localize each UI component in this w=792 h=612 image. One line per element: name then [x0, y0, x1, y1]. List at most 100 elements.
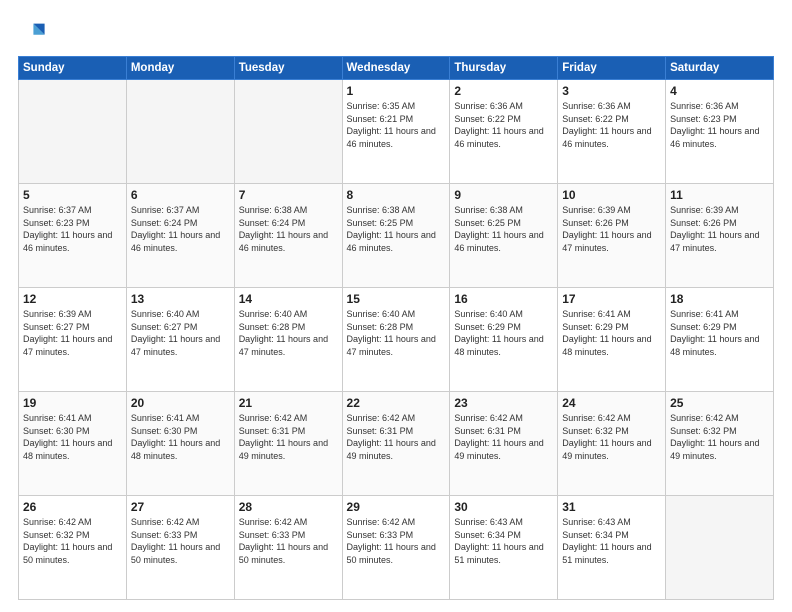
calendar-header-row: SundayMondayTuesdayWednesdayThursdayFrid… — [19, 57, 774, 80]
day-info: Sunrise: 6:42 AMSunset: 6:31 PMDaylight:… — [347, 412, 446, 462]
calendar-week-row: 5 Sunrise: 6:37 AMSunset: 6:23 PMDaylight… — [19, 184, 774, 288]
calendar-day-cell: 24 Sunrise: 6:42 AMSunset: 6:32 PMDayligh… — [558, 392, 666, 496]
calendar-day-cell: 21 Sunrise: 6:42 AMSunset: 6:31 PMDayligh… — [234, 392, 342, 496]
calendar-day-cell: 27 Sunrise: 6:42 AMSunset: 6:33 PMDayligh… — [126, 496, 234, 600]
day-header-thursday: Thursday — [450, 57, 558, 80]
day-info: Sunrise: 6:40 AMSunset: 6:29 PMDaylight:… — [454, 308, 553, 358]
calendar-day-cell: 29 Sunrise: 6:42 AMSunset: 6:33 PMDayligh… — [342, 496, 450, 600]
calendar-day-cell: 7Sunrise: 6:38 AMSunset: 6:24 PMDaylight… — [234, 184, 342, 288]
day-info: Sunrise: 6:39 AMSunset: 6:27 PMDaylight:… — [23, 308, 122, 358]
day-number: 20 — [131, 396, 230, 410]
day-number: 3 — [562, 84, 661, 98]
calendar-day-cell: 4 Sunrise: 6:36 AMSunset: 6:23 PMDaylight… — [666, 80, 774, 184]
day-header-saturday: Saturday — [666, 57, 774, 80]
calendar-day-cell: 1 Sunrise: 6:35 AMSunset: 6:21 PMDaylight… — [342, 80, 450, 184]
day-number: 22 — [347, 396, 446, 410]
calendar-day-cell: 16 Sunrise: 6:40 AMSunset: 6:29 PMDayligh… — [450, 288, 558, 392]
day-number: 4 — [670, 84, 769, 98]
day-info: Sunrise: 6:40 AMSunset: 6:27 PMDaylight:… — [131, 308, 230, 358]
logo — [18, 18, 49, 46]
calendar-week-row: 12 Sunrise: 6:39 AMSunset: 6:27 PMDayligh… — [19, 288, 774, 392]
day-info: Sunrise: 6:40 AMSunset: 6:28 PMDaylight:… — [347, 308, 446, 358]
day-number: 24 — [562, 396, 661, 410]
day-info: Sunrise: 6:41 AMSunset: 6:30 PMDaylight:… — [131, 412, 230, 462]
day-number: 5 — [23, 188, 122, 202]
day-info: Sunrise: 6:39 AMSunset: 6:26 PMDaylight:… — [670, 204, 769, 254]
day-number: 26 — [23, 500, 122, 514]
page: SundayMondayTuesdayWednesdayThursdayFrid… — [0, 0, 792, 612]
day-header-tuesday: Tuesday — [234, 57, 342, 80]
day-number: 8 — [347, 188, 446, 202]
calendar-day-cell: 2 Sunrise: 6:36 AMSunset: 6:22 PMDaylight… — [450, 80, 558, 184]
day-number: 14 — [239, 292, 338, 306]
calendar-day-cell — [126, 80, 234, 184]
day-info: Sunrise: 6:42 AMSunset: 6:33 PMDaylight:… — [131, 516, 230, 566]
day-info: Sunrise: 6:41 AMSunset: 6:29 PMDaylight:… — [562, 308, 661, 358]
day-header-wednesday: Wednesday — [342, 57, 450, 80]
calendar-day-cell: 6Sunrise: 6:37 AMSunset: 6:24 PMDaylight… — [126, 184, 234, 288]
day-number: 27 — [131, 500, 230, 514]
day-number: 23 — [454, 396, 553, 410]
day-info: Sunrise: 6:37 AMSunset: 6:23 PMDaylight:… — [23, 204, 122, 254]
calendar-day-cell: 11 Sunrise: 6:39 AMSunset: 6:26 PMDayligh… — [666, 184, 774, 288]
day-header-sunday: Sunday — [19, 57, 127, 80]
day-number: 1 — [347, 84, 446, 98]
calendar-day-cell: 14Sunrise: 6:40 AMSunset: 6:28 PMDayligh… — [234, 288, 342, 392]
day-info: Sunrise: 6:38 AMSunset: 6:25 PMDaylight:… — [347, 204, 446, 254]
calendar-day-cell: 12 Sunrise: 6:39 AMSunset: 6:27 PMDayligh… — [19, 288, 127, 392]
calendar-day-cell: 26 Sunrise: 6:42 AMSunset: 6:32 PMDayligh… — [19, 496, 127, 600]
calendar-week-row: 19 Sunrise: 6:41 AMSunset: 6:30 PMDayligh… — [19, 392, 774, 496]
day-number: 19 — [23, 396, 122, 410]
day-info: Sunrise: 6:42 AMSunset: 6:33 PMDaylight:… — [239, 516, 338, 566]
day-number: 25 — [670, 396, 769, 410]
day-info: Sunrise: 6:35 AMSunset: 6:21 PMDaylight:… — [347, 100, 446, 150]
calendar-day-cell — [19, 80, 127, 184]
day-info: Sunrise: 6:39 AMSunset: 6:26 PMDaylight:… — [562, 204, 661, 254]
day-number: 15 — [347, 292, 446, 306]
day-info: Sunrise: 6:38 AMSunset: 6:25 PMDaylight:… — [454, 204, 553, 254]
calendar-week-row: 1 Sunrise: 6:35 AMSunset: 6:21 PMDaylight… — [19, 80, 774, 184]
day-number: 30 — [454, 500, 553, 514]
day-number: 11 — [670, 188, 769, 202]
day-number: 16 — [454, 292, 553, 306]
day-number: 13 — [131, 292, 230, 306]
day-number: 28 — [239, 500, 338, 514]
calendar-day-cell: 31Sunrise: 6:43 AMSunset: 6:34 PMDayligh… — [558, 496, 666, 600]
calendar-day-cell — [666, 496, 774, 600]
calendar-day-cell: 30Sunrise: 6:43 AMSunset: 6:34 PMDayligh… — [450, 496, 558, 600]
calendar-table: SundayMondayTuesdayWednesdayThursdayFrid… — [18, 56, 774, 600]
day-info: Sunrise: 6:36 AMSunset: 6:22 PMDaylight:… — [454, 100, 553, 150]
day-info: Sunrise: 6:41 AMSunset: 6:30 PMDaylight:… — [23, 412, 122, 462]
day-info: Sunrise: 6:37 AMSunset: 6:24 PMDaylight:… — [131, 204, 230, 254]
calendar-day-cell: 20 Sunrise: 6:41 AMSunset: 6:30 PMDayligh… — [126, 392, 234, 496]
day-number: 12 — [23, 292, 122, 306]
day-info: Sunrise: 6:43 AMSunset: 6:34 PMDaylight:… — [562, 516, 661, 566]
calendar-day-cell: 28 Sunrise: 6:42 AMSunset: 6:33 PMDayligh… — [234, 496, 342, 600]
day-number: 2 — [454, 84, 553, 98]
day-info: Sunrise: 6:36 AMSunset: 6:23 PMDaylight:… — [670, 100, 769, 150]
day-number: 9 — [454, 188, 553, 202]
day-info: Sunrise: 6:42 AMSunset: 6:32 PMDaylight:… — [562, 412, 661, 462]
calendar-day-cell: 17 Sunrise: 6:41 AMSunset: 6:29 PMDayligh… — [558, 288, 666, 392]
calendar-day-cell: 13 Sunrise: 6:40 AMSunset: 6:27 PMDayligh… — [126, 288, 234, 392]
calendar-day-cell: 8 Sunrise: 6:38 AMSunset: 6:25 PMDaylight… — [342, 184, 450, 288]
day-number: 18 — [670, 292, 769, 306]
calendar-day-cell: 9 Sunrise: 6:38 AMSunset: 6:25 PMDaylight… — [450, 184, 558, 288]
calendar-day-cell: 25 Sunrise: 6:42 AMSunset: 6:32 PMDayligh… — [666, 392, 774, 496]
day-header-friday: Friday — [558, 57, 666, 80]
day-info: Sunrise: 6:42 AMSunset: 6:33 PMDaylight:… — [347, 516, 446, 566]
header — [18, 18, 774, 46]
calendar-day-cell — [234, 80, 342, 184]
day-info: Sunrise: 6:42 AMSunset: 6:32 PMDaylight:… — [23, 516, 122, 566]
day-info: Sunrise: 6:36 AMSunset: 6:22 PMDaylight:… — [562, 100, 661, 150]
calendar-day-cell: 18 Sunrise: 6:41 AMSunset: 6:29 PMDayligh… — [666, 288, 774, 392]
calendar-day-cell: 5 Sunrise: 6:37 AMSunset: 6:23 PMDaylight… — [19, 184, 127, 288]
day-info: Sunrise: 6:41 AMSunset: 6:29 PMDaylight:… — [670, 308, 769, 358]
day-number: 21 — [239, 396, 338, 410]
calendar-day-cell: 3 Sunrise: 6:36 AMSunset: 6:22 PMDaylight… — [558, 80, 666, 184]
day-number: 17 — [562, 292, 661, 306]
day-info: Sunrise: 6:42 AMSunset: 6:32 PMDaylight:… — [670, 412, 769, 462]
day-number: 29 — [347, 500, 446, 514]
day-info: Sunrise: 6:42 AMSunset: 6:31 PMDaylight:… — [239, 412, 338, 462]
calendar-week-row: 26 Sunrise: 6:42 AMSunset: 6:32 PMDayligh… — [19, 496, 774, 600]
